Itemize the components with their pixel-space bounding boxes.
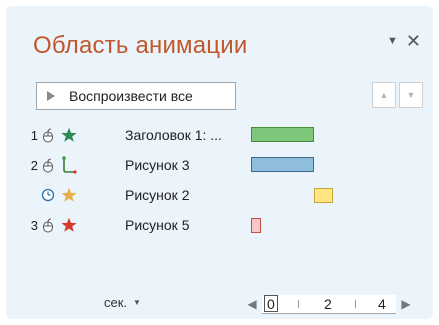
play-icon (47, 91, 55, 101)
close-icon[interactable]: ✕ (406, 32, 421, 50)
timeline-scale[interactable]: 0 2 4 (262, 294, 396, 314)
star-icon (60, 216, 78, 234)
animation-item[interactable]: 3 Рисунок 5 (26, 213, 426, 237)
star-icon (60, 186, 78, 204)
timing-bar[interactable] (314, 188, 333, 203)
item-number: 3 (30, 217, 38, 233)
timeline-ruler: ◀ 0 2 4 ▶ (244, 293, 414, 315)
animation-pane: Область анимации ▼ ✕ Воспроизвести все ▲… (6, 6, 433, 319)
clock-icon (40, 186, 56, 204)
pane-title: Область анимации (33, 32, 248, 59)
motion-path-icon (60, 156, 78, 174)
tick-mark (298, 299, 299, 308)
item-label: Рисунок 3 (125, 157, 190, 173)
move-down-button[interactable]: ▼ (399, 82, 423, 108)
units-label: сек. (104, 295, 128, 310)
timing-bar[interactable] (251, 157, 314, 172)
tick-mark (355, 299, 356, 308)
animation-item[interactable]: 1 Заголовок 1: ... (26, 123, 426, 147)
time-units-dropdown[interactable]: сек. ▼ (104, 295, 141, 310)
mouse-click-icon (40, 216, 56, 234)
animation-item[interactable]: 2 Рисунок 3 (26, 153, 426, 177)
item-number: 1 (30, 127, 38, 143)
chevron-down-icon[interactable]: ▼ (387, 35, 398, 47)
move-up-button[interactable]: ▲ (372, 82, 396, 108)
tick-label: 0 (267, 295, 275, 312)
play-all-label: Воспроизвести все (69, 88, 193, 104)
tick-label: 2 (324, 295, 332, 312)
play-all-button[interactable]: Воспроизвести все (36, 82, 236, 110)
item-label: Рисунок 2 (125, 187, 190, 203)
window-controls: ▼ ✕ (387, 32, 421, 50)
item-label: Заголовок 1: ... (125, 127, 222, 143)
timing-bar[interactable] (251, 218, 261, 233)
triangle-down-icon: ▼ (406, 90, 416, 100)
timing-bar[interactable] (251, 127, 314, 142)
scroll-right-icon[interactable]: ▶ (398, 297, 414, 311)
triangle-up-icon: ▲ (379, 90, 389, 100)
item-number: 2 (30, 157, 38, 173)
mouse-click-icon (40, 156, 56, 174)
chevron-down-icon: ▼ (133, 298, 141, 307)
item-label: Рисунок 5 (125, 217, 190, 233)
animation-item[interactable]: Рисунок 2 (26, 183, 426, 207)
mouse-click-icon (40, 126, 56, 144)
scroll-left-icon[interactable]: ◀ (244, 297, 260, 311)
star-icon (60, 126, 78, 144)
tick-label: 4 (378, 295, 386, 312)
